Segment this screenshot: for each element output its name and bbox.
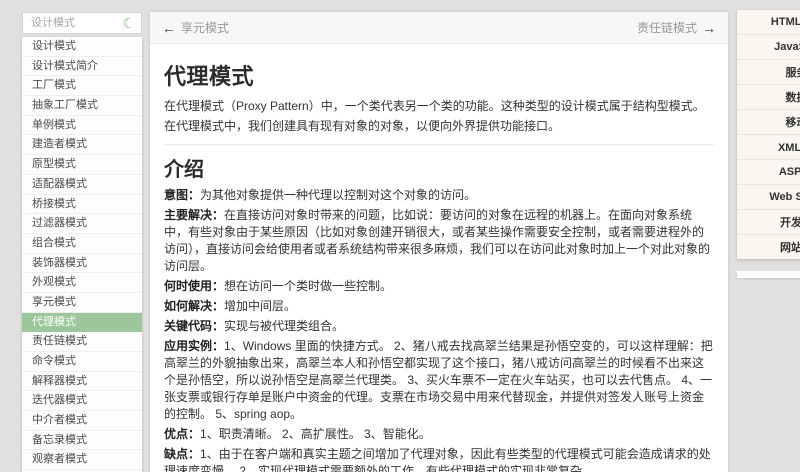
page-title: 代理模式	[164, 64, 255, 89]
search-input[interactable]	[29, 16, 117, 30]
point-label: 如何解决：	[164, 299, 225, 313]
sidebar-item[interactable]: 命令模式	[22, 352, 142, 372]
category-item[interactable]: 数据库	[737, 85, 800, 110]
point-text: 想在访问一个类时做一些控制。	[224, 279, 393, 293]
section-divider	[164, 144, 714, 145]
next-page-label: 责任链模式	[636, 21, 697, 35]
intro-point: 意图：为其他对象提供一种代理以控制对这个对象的访问。	[164, 187, 714, 204]
category-item[interactable]: 网站建设	[737, 235, 800, 259]
dark-mode-moon-icon[interactable]: ☾	[122, 16, 135, 30]
right-panel-bottom-sliver	[737, 271, 800, 278]
point-text: 在直接访问对象时带来的问题，比如说：要访问的对象在远程的机器上。在面向对象系统中…	[164, 208, 711, 273]
prev-page-label: 享元模式	[181, 21, 230, 35]
prev-next-nav: ← 享元模式 责任链模式 →	[150, 12, 728, 44]
article-content: 代理模式 在代理模式（Proxy Pattern）中，一个类代表另一个类的功能。…	[150, 44, 728, 472]
point-text: 1、Windows 里面的快捷方式。 2、猪八戒去找高翠兰结果是孙悟空变的，可以…	[164, 339, 713, 421]
point-label: 优点：	[164, 427, 201, 441]
sidebar-menu: 设计模式 设计模式简介 工厂模式 抽象工厂模式 单例模式 建造者模式 原型模式 …	[22, 37, 142, 472]
intro-point: 如何解决：增加中间层。	[164, 298, 714, 315]
sidebar-item[interactable]: 中介者模式	[22, 411, 142, 431]
lead-paragraph: 在代理模式中，我们创建具有现有对象的对象，以便向外界提供功能接口。	[164, 119, 561, 133]
sidebar-item[interactable]: 迭代器模式	[22, 391, 142, 412]
sidebar-search-box: ☾	[22, 12, 142, 34]
category-item[interactable]: 服务端	[737, 60, 800, 85]
sidebar-item[interactable]: 备忘录模式	[22, 431, 142, 451]
intro-point: 应用实例：1、Windows 里面的快捷方式。 2、猪八戒去找高翠兰结果是孙悟空…	[164, 338, 714, 423]
intro-point: 关键代码：实现与被代理类组合。	[164, 318, 714, 335]
point-label: 关键代码：	[164, 319, 225, 333]
point-label: 主要解决：	[164, 208, 225, 222]
point-text: 1、职责清晰。 2、高扩展性。 3、智能化。	[200, 427, 431, 441]
intro-point: 缺点：1、由于在客户端和真实主题之间增加了代理对象，因此有些类型的代理模式可能会…	[164, 446, 714, 472]
intro-point: 优点：1、职责清晰。 2、高扩展性。 3、智能化。	[164, 426, 714, 443]
point-text: 增加中间层。	[224, 299, 297, 313]
intro-point: 主要解决：在直接访问对象时带来的问题，比如说：要访问的对象在远程的机器上。在面向…	[164, 207, 714, 275]
prev-page-link[interactable]: ← 享元模式	[162, 19, 229, 36]
next-page-link[interactable]: 责任链模式 →	[637, 19, 716, 36]
sidebar-item-active-proxy-pattern[interactable]: 代理模式	[22, 312, 142, 333]
point-text: 为其他对象提供一种代理以控制对这个对象的访问。	[200, 188, 477, 202]
category-item[interactable]: 移动端	[737, 110, 800, 135]
category-item[interactable]: HTML / CSS	[737, 10, 800, 35]
design-pattern-sidebar: ☾ 设计模式 设计模式简介 工厂模式 抽象工厂模式 单例模式 建造者模式 原型模…	[22, 12, 142, 472]
article-card: ← 享元模式 责任链模式 → 代理模式 在代理模式（Proxy Pattern）…	[150, 12, 728, 472]
point-label: 应用实例：	[164, 339, 225, 353]
section-title: 介绍	[164, 159, 204, 181]
intro-point: 何时使用：想在访问一个类时做一些控制。	[164, 278, 714, 295]
category-item[interactable]: 开发工具	[737, 210, 800, 235]
sidebar-item[interactable]: 组合模式	[22, 234, 142, 254]
point-text: 实现与被代理类组合。	[224, 319, 345, 333]
sidebar-item[interactable]: 抽象工厂模式	[22, 96, 142, 116]
sidebar-item[interactable]: 观察者模式	[22, 450, 142, 471]
sidebar-item[interactable]: 设计模式简介	[22, 57, 142, 77]
sidebar-item[interactable]: 设计模式	[22, 37, 142, 57]
sidebar-item[interactable]: 享元模式	[22, 293, 142, 313]
category-item[interactable]: XML 教程	[737, 135, 800, 160]
sidebar-item[interactable]: 建造者模式	[22, 135, 142, 156]
category-item[interactable]: ASP.NET	[737, 160, 800, 185]
point-label: 缺点：	[164, 447, 201, 461]
point-label: 意图：	[164, 188, 201, 202]
sidebar-item[interactable]: 外观模式	[22, 273, 142, 293]
sidebar-item[interactable]: 装饰器模式	[22, 254, 142, 274]
sidebar-item[interactable]: 桥接模式	[22, 195, 142, 215]
sidebar-item[interactable]: 单例模式	[22, 116, 142, 136]
sidebar-item[interactable]: 责任链模式	[22, 332, 142, 352]
sidebar-item[interactable]: 过滤器模式	[22, 214, 142, 234]
sidebar-item[interactable]: 适配器模式	[22, 175, 142, 195]
category-item[interactable]: JavaScript	[737, 35, 800, 60]
sidebar-item[interactable]: 原型模式	[22, 155, 142, 175]
lead-paragraph: 在代理模式（Proxy Pattern）中，一个类代表另一个类的功能。这种类型的…	[164, 99, 705, 113]
arrow-right-icon: →	[702, 19, 716, 36]
point-text: 1、由于在客户端和真实主题之间增加了代理对象，因此有些类型的代理模式可能会造成请…	[164, 447, 711, 472]
point-label: 何时使用：	[164, 279, 225, 293]
category-item[interactable]: Web Service	[737, 185, 800, 210]
sidebar-item[interactable]: 工厂模式	[22, 76, 142, 97]
site-category-sidebar: HTML / CSS JavaScript 服务端 数据库 移动端 XML 教程…	[737, 10, 800, 259]
sidebar-item[interactable]: 解释器模式	[22, 372, 142, 392]
arrow-left-icon: ←	[162, 19, 176, 36]
